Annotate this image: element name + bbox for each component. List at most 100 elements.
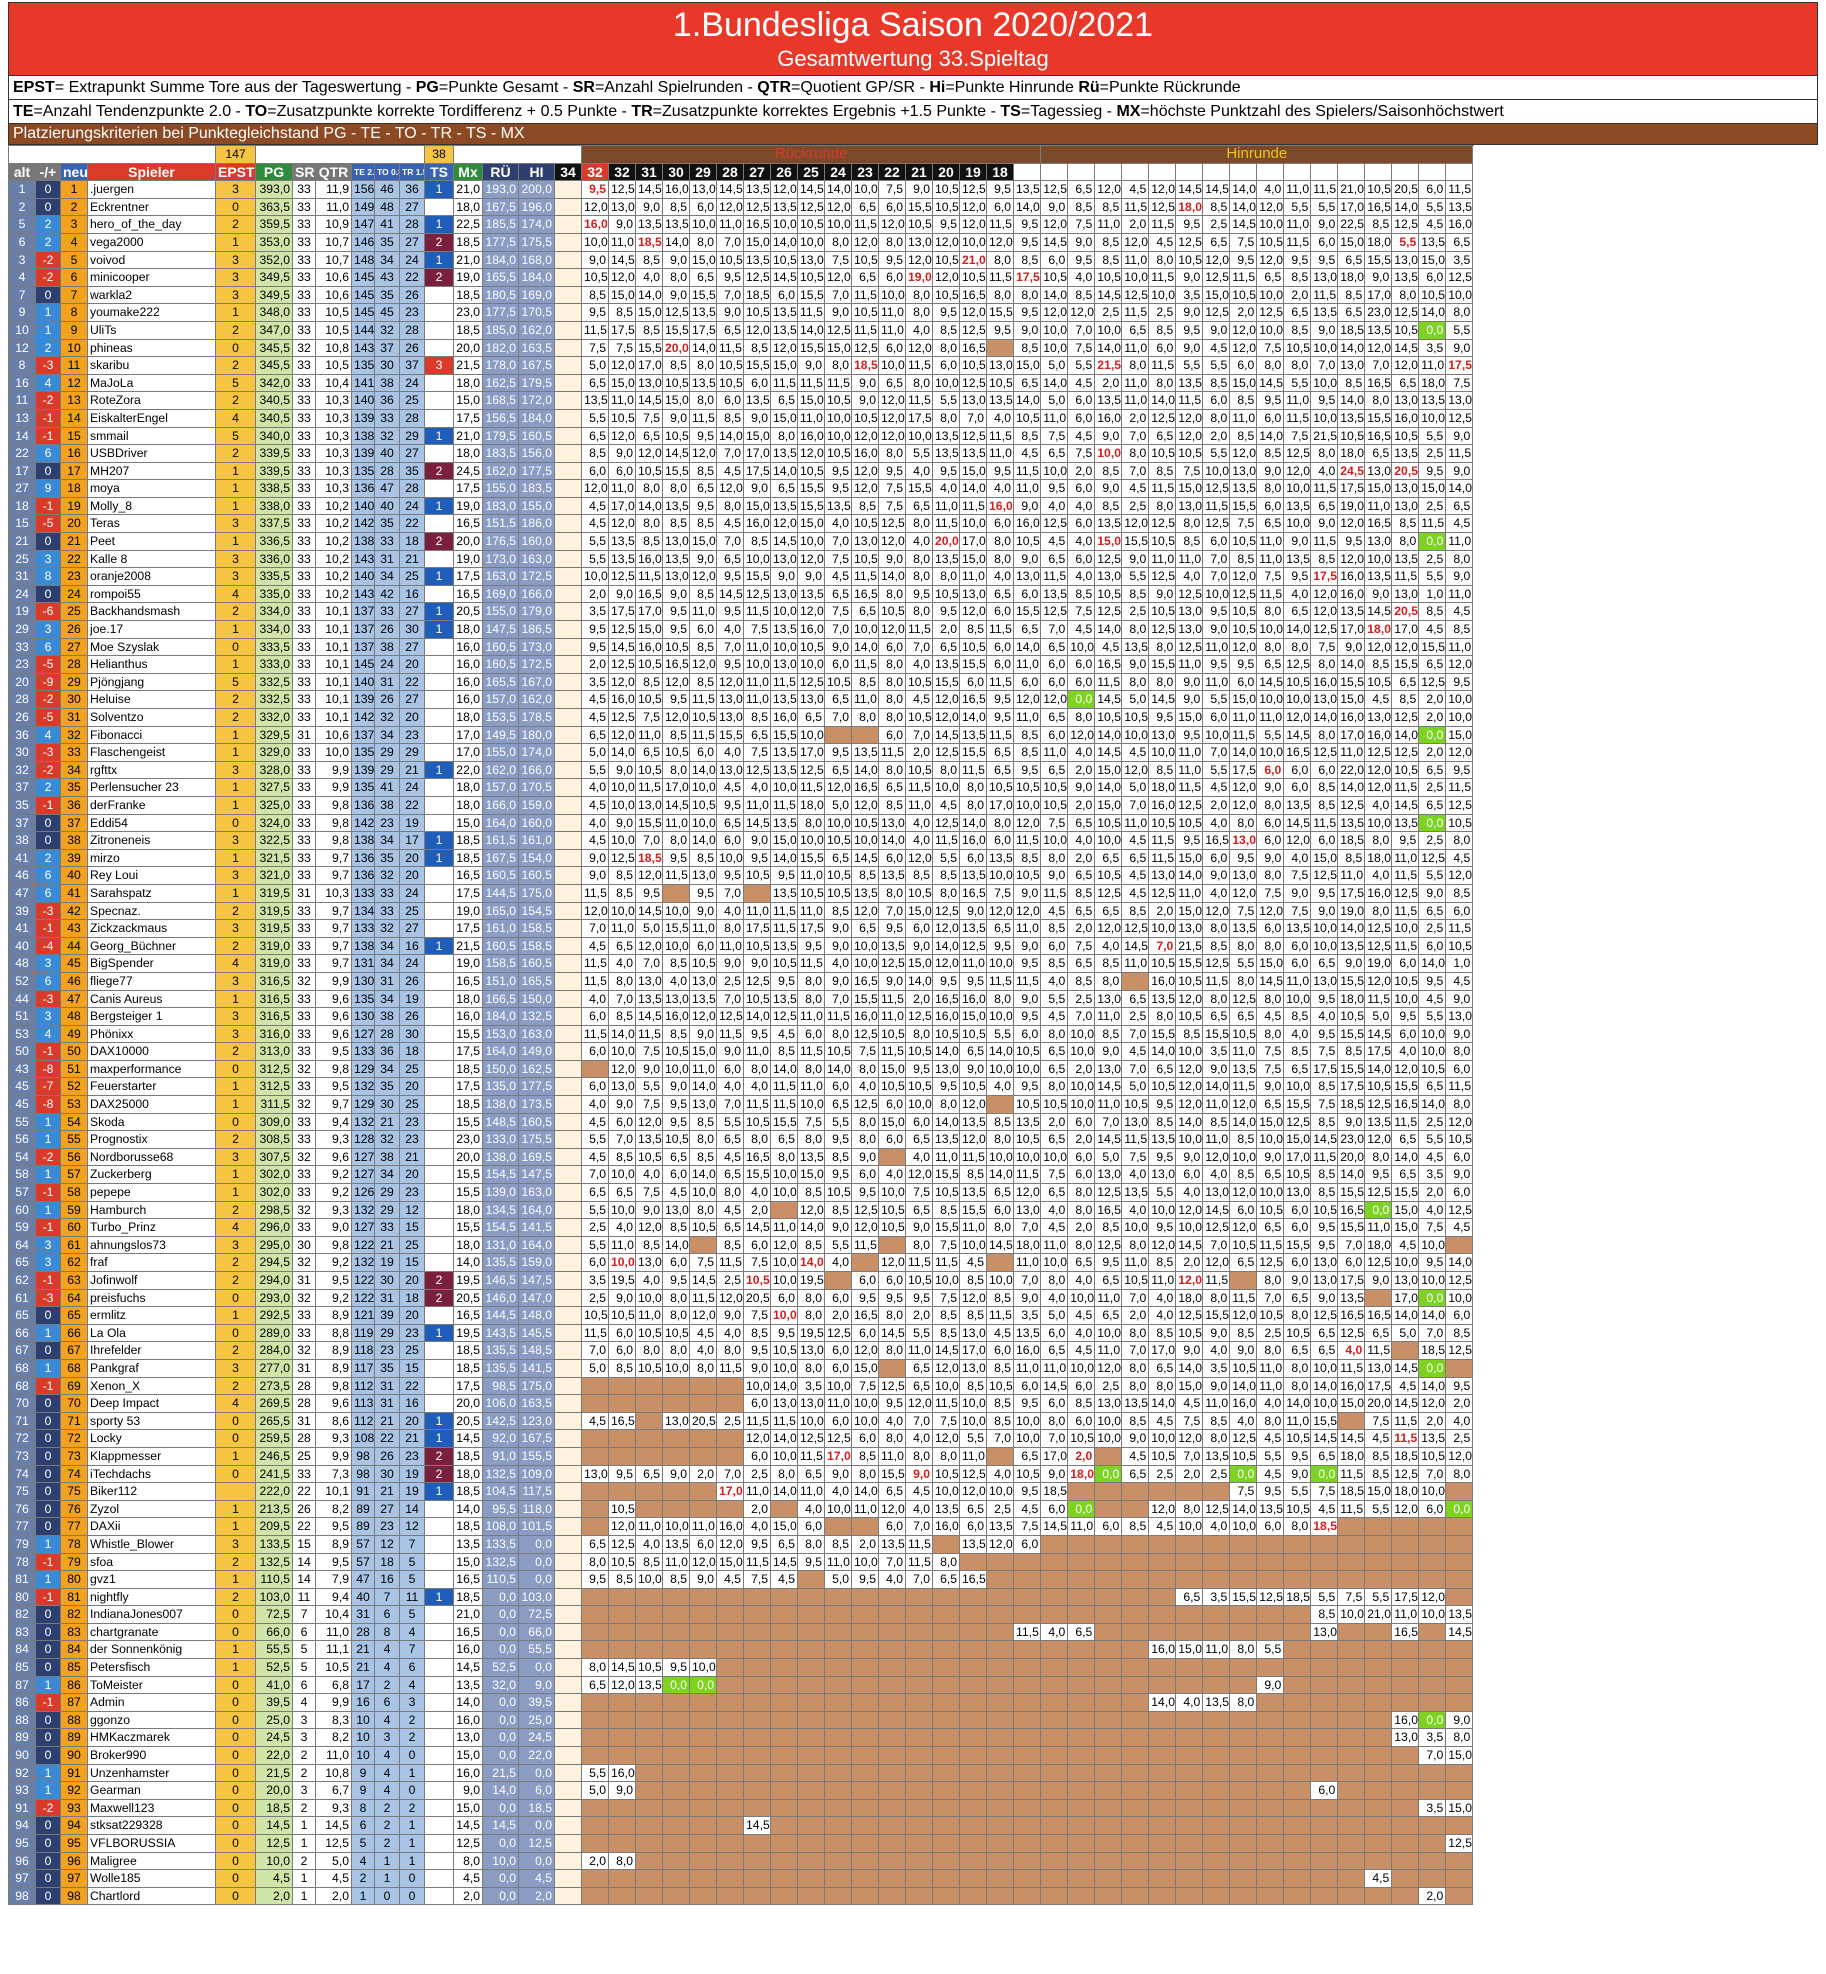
- rank-new: 61: [60, 1235, 88, 1255]
- score-spieltag-24: [824, 1781, 853, 1800]
- score-spieltag-19: 7,0: [959, 408, 988, 428]
- to-value: 33: [374, 901, 400, 921]
- score-spieltag-28: [716, 1763, 745, 1783]
- rank-new: 27: [60, 637, 88, 657]
- score-spieltag-8: 6,0: [1256, 813, 1285, 833]
- score-spieltag-34: [554, 391, 583, 410]
- score-spieltag-1: 16,0: [1445, 215, 1474, 234]
- ts-value: [424, 197, 455, 217]
- table-row: 16 4 12 MaJoLa 5 342,0 33 10,4 141 38 24 18,0 162,5 1…: [8, 373, 1474, 393]
- score-spieltag-13: 6,5: [1121, 1464, 1150, 1484]
- te-value: 21: [351, 1640, 375, 1660]
- score-spieltag-3: [1391, 1534, 1420, 1554]
- score-spieltag-32: 12,5: [608, 1534, 637, 1554]
- sr-value: 30: [292, 1235, 316, 1255]
- epst-value: [215, 1482, 256, 1501]
- score-spieltag-7: 9,5: [1283, 250, 1312, 270]
- score-spieltag-31: [635, 1693, 664, 1712]
- score-spieltag-14: 14,5: [1094, 690, 1123, 709]
- epst-value: 3: [215, 760, 256, 780]
- score-spieltag-17: 18,0: [1013, 1235, 1042, 1255]
- to-value: 29: [374, 1200, 400, 1220]
- score-spieltag-8: 9,0: [1256, 1147, 1285, 1167]
- sr-value: 33: [292, 285, 316, 305]
- score-spieltag-16: [1040, 1570, 1069, 1589]
- score-spieltag-10: 7,0: [1202, 549, 1231, 569]
- rank-new: 68: [60, 1358, 88, 1378]
- score-spieltag-5: [1337, 1552, 1366, 1572]
- rank-new: 11: [60, 356, 88, 375]
- score-spieltag-14: 12,5: [1094, 883, 1123, 903]
- rank-old: 7: [8, 285, 36, 305]
- score-spieltag-31: [635, 1886, 664, 1906]
- score-spieltag-19: 12,5: [959, 1464, 988, 1484]
- to-value: 47: [374, 479, 400, 498]
- rank-change: 0: [35, 1640, 61, 1660]
- score-spieltag-15: 10,0: [1067, 1095, 1096, 1114]
- score-spieltag-13: 7,0: [1121, 1341, 1150, 1360]
- score-spieltag-16: 7,0: [1040, 1429, 1069, 1448]
- score-spieltag-8: 8,0: [1256, 1271, 1285, 1290]
- score-spieltag-20: 10,0: [932, 373, 961, 393]
- rank-change: 3: [35, 620, 61, 639]
- score-spieltag-6: [1310, 1640, 1339, 1660]
- epst-value: 3: [215, 268, 256, 287]
- score-spieltag-2: 9,5: [1418, 461, 1447, 481]
- rank-new: 19: [60, 496, 88, 516]
- score-spieltag-25: 14,0: [797, 320, 826, 340]
- score-spieltag-12: [1148, 1605, 1177, 1624]
- score-spieltag-29: [689, 1710, 718, 1730]
- qtr-value: 7,3: [315, 1464, 352, 1484]
- column-spieltag-14: 14: [1094, 162, 1123, 182]
- score-spieltag-10: [1202, 1482, 1231, 1501]
- score-spieltag-14: [1094, 1534, 1123, 1554]
- score-spieltag-7: 10,0: [1283, 690, 1312, 709]
- score-spieltag-28: 10,5: [716, 250, 745, 270]
- score-spieltag-18: 12,0: [986, 1534, 1015, 1554]
- hi-value: 173,5: [518, 1095, 556, 1114]
- score-spieltag-3: 13,5: [1391, 813, 1420, 833]
- rank-old: 24: [8, 584, 36, 604]
- score-spieltag-4: 12,0: [1364, 637, 1393, 657]
- to-value: 28: [374, 461, 400, 481]
- score-spieltag-32: 4,5: [581, 1112, 610, 1132]
- score-spieltag-28: 12,0: [716, 1534, 745, 1554]
- score-spieltag-25: 13,0: [797, 1394, 826, 1413]
- score-spieltag-26: 6,5: [770, 1534, 799, 1554]
- score-spieltag-23: 10,0: [851, 831, 880, 850]
- score-spieltag-25: 11,5: [797, 1042, 826, 1061]
- score-spieltag-1: 10,0: [1445, 690, 1474, 709]
- score-spieltag-12: 11,5: [1148, 215, 1177, 234]
- score-spieltag-30: 16,0: [662, 1007, 691, 1026]
- score-spieltag-34: [554, 831, 583, 850]
- score-spieltag-15: [1067, 1728, 1096, 1748]
- tr-value: 15: [398, 1358, 426, 1378]
- player-name: EiskalterEngel: [87, 408, 216, 428]
- table-row: 31 8 23 oranje2008 3 335,5 33 10,2 140 34 25 1 17,5 1…: [8, 567, 1474, 586]
- to-value: 33: [374, 1218, 400, 1237]
- score-spieltag-32: 7,0: [581, 1165, 610, 1185]
- column-spieltag-34: 34: [554, 162, 583, 182]
- ts-value: 1: [424, 602, 455, 622]
- score-spieltag-14: 12,0: [1094, 1358, 1123, 1378]
- score-spieltag-12: 17,0: [1148, 1341, 1177, 1360]
- score-spieltag-31: 11,5: [635, 778, 664, 797]
- score-spieltag-12: 12,5: [1148, 883, 1177, 903]
- score-spieltag-12: 12,5: [1148, 620, 1177, 639]
- score-spieltag-22: 7,0: [878, 901, 907, 921]
- to-value: 35: [374, 232, 400, 252]
- ts-value: [424, 672, 455, 692]
- score-spieltag-31: 11,0: [635, 1306, 664, 1325]
- score-spieltag-8: 9,0: [1256, 848, 1285, 868]
- score-spieltag-30: 4,5: [662, 1183, 691, 1202]
- score-spieltag-25: 8,0: [797, 1306, 826, 1325]
- score-spieltag-23: [851, 1781, 880, 1800]
- te-value: 112: [351, 1411, 375, 1431]
- table-row: 52 6 46 fliege77 3 316,5 32 9,9 130 31 26 16,5 151,0…: [8, 971, 1474, 991]
- score-spieltag-25: 9,0: [797, 356, 826, 375]
- score-spieltag-34: [554, 637, 583, 657]
- mx-value: 20,5: [453, 602, 484, 622]
- score-spieltag-9: 10,5: [1229, 1235, 1258, 1255]
- table-row: 77 0 77 DAXii 1 209,5 22 9,5 89 23 12 18,5 108,0 101,…: [8, 1517, 1474, 1536]
- rank-old: 30: [8, 743, 36, 762]
